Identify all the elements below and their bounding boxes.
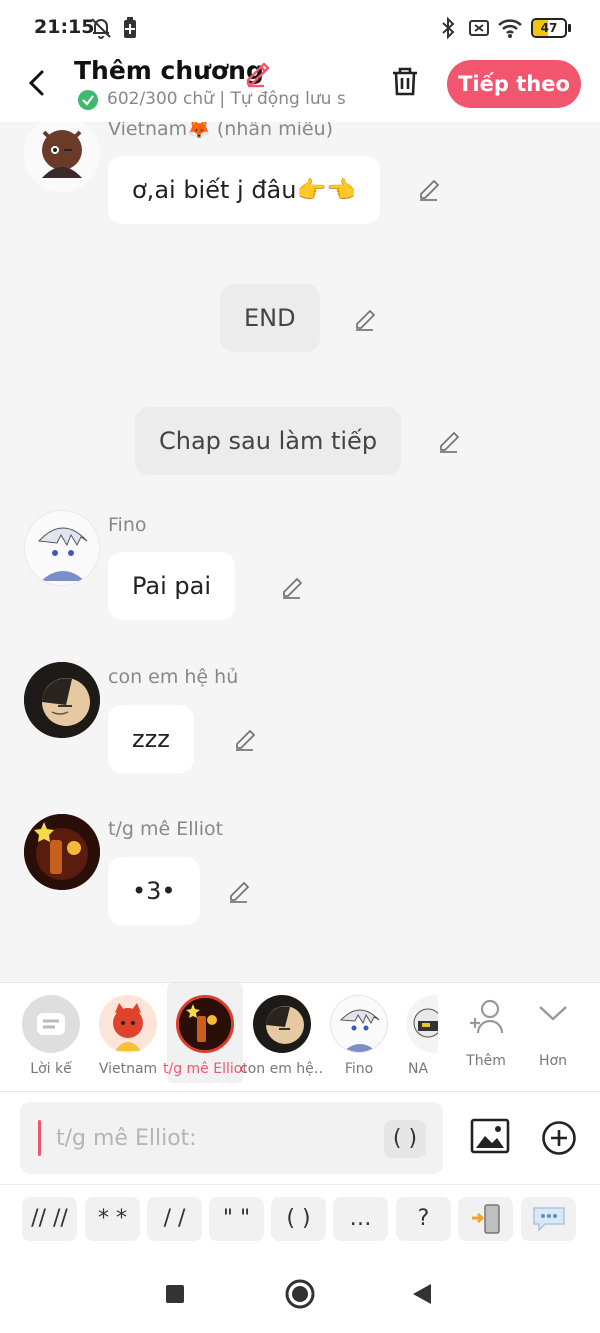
avatar-fino	[330, 995, 388, 1053]
character-narrator[interactable]: Lời kể	[13, 983, 89, 1083]
collapse-characters-button[interactable]: Hơn	[515, 983, 591, 1083]
battery-indicator: 47	[531, 18, 567, 38]
character-vietnam[interactable]: Vietnam	[90, 983, 166, 1083]
avatar-fino[interactable]	[24, 510, 100, 586]
avatar-con-em-he-hu	[253, 995, 311, 1053]
symbol-asterisks[interactable]: * *	[85, 1197, 140, 1241]
message-input[interactable]: t/g mê Elliot: ( )	[20, 1102, 443, 1174]
symbol-quotes[interactable]: " "	[209, 1197, 264, 1241]
muted-bell-icon	[90, 16, 112, 44]
saved-check-icon	[78, 90, 98, 110]
message-bubble[interactable]: •3•	[108, 857, 200, 925]
status-time: 21:15	[34, 16, 95, 38]
symbol-shortcuts: // // * * / / " " ( ) … ?	[0, 1184, 600, 1254]
character-label: con em hệ…	[240, 1061, 324, 1077]
character-fino[interactable]: Fino	[321, 983, 397, 1083]
add-person-icon	[466, 997, 506, 1041]
message-input-row: t/g mê Elliot: ( )	[0, 1092, 600, 1184]
message-bubble[interactable]: ơ,ai biết j đâu👉👈	[108, 156, 381, 224]
character-selector: Lời kể Vietnam t/g mê Elliot con em hệ… …	[0, 982, 600, 1092]
symbol-double-slash[interactable]: // //	[22, 1197, 77, 1241]
battery-level: 47	[540, 21, 558, 35]
character-tg-me-elliot[interactable]: t/g mê Elliot	[163, 983, 247, 1083]
input-placeholder: t/g mê Elliot:	[56, 1126, 197, 1151]
character-con-em-he-hu[interactable]: con em hệ…	[240, 983, 324, 1083]
system-navigation-bar	[0, 1254, 600, 1333]
edit-pencil-icon[interactable]	[233, 726, 259, 756]
narration-icon	[22, 995, 80, 1053]
message-bubble[interactable]: zzz	[108, 705, 194, 773]
chevron-down-icon	[537, 1003, 569, 1027]
narration-bubble[interactable]: END	[220, 284, 320, 352]
message-bubble[interactable]: Pai pai	[108, 552, 236, 620]
back-triangle-icon[interactable]	[411, 1282, 433, 1310]
edit-pencil-icon[interactable]	[437, 428, 463, 458]
avatar-vietnam[interactable]	[24, 122, 100, 192]
page-title: Thêm chương	[74, 56, 264, 85]
collapse-label: Hơn	[539, 1053, 567, 1069]
symbol-ellipsis[interactable]: …	[333, 1197, 388, 1241]
character-label: t/g mê Elliot	[163, 1061, 247, 1077]
parenthesis-button[interactable]: ( )	[384, 1120, 426, 1158]
chapter-chat-area[interactable]: Vietnam🦊 (nhân miêu) ơ,ai biết j đâu👉👈 E…	[0, 122, 600, 982]
add-plus-icon[interactable]	[541, 1120, 577, 1160]
bluetooth-icon	[440, 16, 456, 44]
avatar-tg-me-elliot	[176, 995, 234, 1053]
recents-square-icon[interactable]	[165, 1284, 185, 1308]
avatar-na	[406, 995, 438, 1053]
battery-saver-icon	[122, 16, 138, 44]
edit-pencil-icon[interactable]	[417, 176, 443, 206]
avatar-tg-me-elliot[interactable]	[24, 814, 100, 890]
no-sim-icon	[468, 16, 490, 44]
character-label: Fino	[344, 1061, 374, 1077]
editor-header: Thêm chương 602/300 chữ | Tự động lưu s …	[0, 56, 600, 122]
symbol-slashes[interactable]: / /	[147, 1197, 202, 1241]
symbol-question[interactable]: ?	[396, 1197, 451, 1241]
phone-transfer-icon[interactable]	[458, 1197, 513, 1241]
home-circle-icon[interactable]	[284, 1278, 316, 1314]
message-author: Vietnam🦊 (nhân miêu)	[108, 122, 334, 140]
message-author: t/g mê Elliot	[108, 818, 224, 840]
character-na[interactable]: NA	[398, 983, 438, 1083]
word-count-status: 602/300 chữ | Tự động lưu s	[107, 89, 346, 109]
trash-icon[interactable]	[388, 64, 422, 102]
message-author: con em hệ hủ	[108, 666, 239, 688]
narration-bubble[interactable]: Chap sau làm tiếp	[135, 407, 402, 475]
symbol-parentheses[interactable]: ( )	[271, 1197, 326, 1241]
text-cursor	[38, 1120, 41, 1156]
battery-tip	[568, 24, 571, 32]
avatar-con-em-he-hu[interactable]	[24, 662, 100, 738]
character-label: Lời kể	[30, 1061, 72, 1077]
chat-bubble-icon[interactable]	[521, 1197, 576, 1241]
back-arrow-icon[interactable]	[22, 68, 52, 98]
edit-pencil-icon[interactable]	[353, 306, 379, 336]
next-button[interactable]: Tiếp theo	[447, 60, 581, 108]
wifi-icon	[497, 16, 523, 44]
avatar-vietnam	[99, 995, 157, 1053]
image-icon[interactable]	[470, 1118, 510, 1158]
status-bar: 21:15 47	[0, 0, 600, 56]
edit-pencil-icon[interactable]	[280, 574, 306, 604]
edit-title-pencil-icon[interactable]	[242, 56, 274, 92]
character-label: Vietnam	[98, 1061, 158, 1077]
edit-pencil-icon[interactable]	[227, 878, 253, 908]
character-label: NA	[407, 1061, 429, 1077]
message-author: Fino	[108, 514, 147, 536]
